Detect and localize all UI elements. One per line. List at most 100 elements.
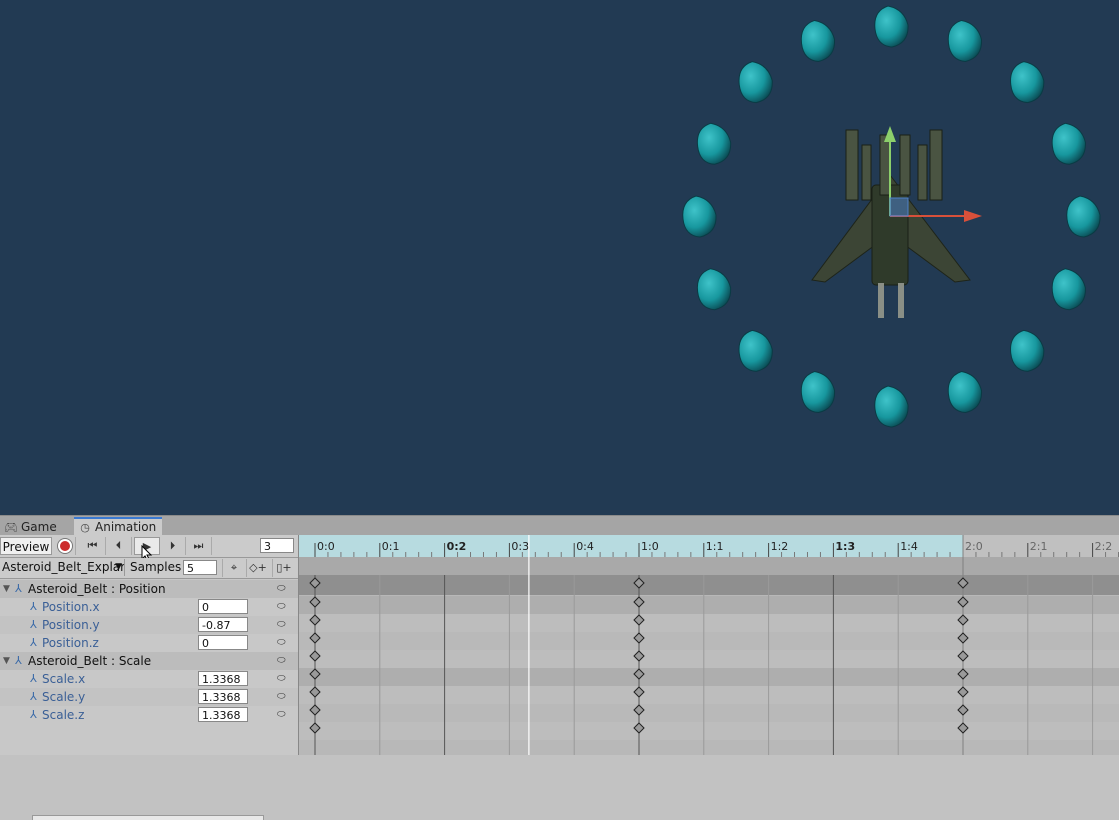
property-group[interactable]: ▼ ⅄ Asteroid_Belt : Position ⬭: [0, 580, 298, 598]
transform-icon: ⅄: [30, 636, 37, 649]
game-view[interactable]: [0, 0, 1119, 515]
property-group[interactable]: ▼ ⅄ Asteroid_Belt : Scale ⬭: [0, 652, 298, 670]
step-back-icon: ⏴: [115, 539, 122, 552]
transform-icon: ⅄: [30, 690, 37, 703]
dopesheet-row[interactable]: [299, 650, 1119, 668]
transform-icon: ⅄: [15, 654, 22, 667]
dopesheet-row[interactable]: [299, 614, 1119, 632]
frame-field[interactable]: 3: [260, 538, 294, 553]
summary-lane[interactable]: [299, 575, 1119, 595]
asteroid[interactable]: [738, 329, 773, 372]
property-name: Scale.y: [42, 690, 86, 704]
property-options-icon[interactable]: ⬭: [277, 580, 286, 598]
property-row[interactable]: ⅄ Position.y -0.87 ⬭: [0, 616, 298, 634]
asteroid[interactable]: [696, 122, 732, 165]
event-lane[interactable]: [299, 557, 1119, 575]
asteroid[interactable]: [947, 19, 982, 62]
asteroid[interactable]: [947, 371, 982, 414]
dropdown-arrow-icon: ▼: [115, 562, 122, 572]
property-value-field[interactable]: 1.3368: [198, 707, 248, 722]
asteroid[interactable]: [1010, 61, 1045, 104]
asteroid[interactable]: [874, 385, 909, 428]
property-value-field[interactable]: -0.87: [198, 617, 248, 632]
animation-toolbar: Preview ⏮ ⏴ ▶ ⏵ ⏭ 3: [0, 535, 298, 563]
property-value-field[interactable]: 1.3368: [198, 689, 248, 704]
dopesheet-row[interactable]: [299, 686, 1119, 704]
asteroid[interactable]: [800, 19, 836, 62]
dopesheet-row[interactable]: [299, 722, 1119, 740]
add-event-button[interactable]: ▯+: [272, 559, 295, 577]
tab-bar: 🎮︎ Game ◷ Animation: [0, 515, 1119, 536]
gizmo-plane-handle[interactable]: [889, 197, 909, 217]
property-name: Asteroid_Belt : Scale: [28, 654, 152, 668]
ruler-tick-label: 1:0: [641, 540, 659, 553]
ruler-tick-label: 2:2: [1095, 540, 1113, 553]
samples-field[interactable]: 5: [183, 560, 217, 575]
asteroid[interactable]: [1010, 329, 1045, 372]
dopesheet-row[interactable]: [299, 596, 1119, 614]
key-mode-button[interactable]: ⌖: [222, 559, 245, 577]
property-row[interactable]: ⅄ Scale.x 1.3368 ⬭: [0, 670, 298, 688]
property-scrollbar[interactable]: [32, 815, 264, 820]
ruler-tick-label: 0:3: [511, 540, 529, 553]
expand-triangle-icon[interactable]: ▼: [3, 652, 10, 670]
property-options-icon[interactable]: ⬭: [277, 616, 286, 634]
dopesheet-row[interactable]: [299, 632, 1119, 650]
property-options-icon[interactable]: ⬭: [277, 634, 286, 652]
property-row[interactable]: ⅄ Scale.z 1.3368 ⬭: [0, 706, 298, 724]
last-keyframe-button[interactable]: ⏭: [186, 537, 212, 555]
ruler-tick-label: 1:2: [771, 540, 789, 553]
crosshair-icon: ⌖: [230, 561, 238, 574]
clip-dropdown[interactable]: Asteroid_Belt_Explar ▼: [0, 559, 125, 576]
transform-icon: ⅄: [30, 708, 37, 721]
ship-engine: [878, 283, 884, 318]
scene-canvas[interactable]: [0, 0, 1119, 515]
property-row[interactable]: ⅄ Scale.y 1.3368 ⬭: [0, 688, 298, 706]
expand-triangle-icon[interactable]: ▼: [3, 580, 10, 598]
asteroid[interactable]: [1051, 122, 1086, 165]
asteroid[interactable]: [874, 5, 909, 48]
animation-panel: 🎮︎ Game ◷ Animation Preview ⏮ ⏴ ▶ ⏵ ⏭ 3 As…: [0, 515, 1119, 820]
asteroid[interactable]: [696, 268, 732, 311]
preview-button[interactable]: Preview: [0, 537, 52, 555]
property-name: Asteroid_Belt : Position: [28, 582, 166, 596]
clip-name: Asteroid_Belt_Explar: [2, 560, 125, 574]
ruler-tick-label: 1:1: [706, 540, 724, 553]
record-button[interactable]: [54, 537, 76, 555]
property-options-icon[interactable]: ⬭: [277, 706, 286, 724]
ruler-tick-label: 2:0: [965, 540, 983, 553]
property-value-field[interactable]: 0: [198, 599, 248, 614]
dopesheet-row[interactable]: [299, 704, 1119, 722]
property-value-field[interactable]: 1.3368: [198, 671, 248, 686]
dopesheet[interactable]: 0:0 0:1 0:2 0:3 0:4 1:0 1:1 1:2 1:3 1:4 2:0 2:1 2:2: [298, 535, 1119, 755]
property-row[interactable]: ⅄ Position.z 0 ⬭: [0, 634, 298, 652]
tab-animation[interactable]: ◷ Animation: [74, 517, 163, 536]
ship-cannon: [845, 129, 859, 201]
skip-end-icon: ⏭: [193, 539, 204, 552]
property-options-icon[interactable]: ⬭: [277, 598, 286, 616]
property-options-icon[interactable]: ⬭: [277, 670, 286, 688]
add-keyframe-button[interactable]: ◇+: [246, 559, 269, 577]
asteroid[interactable]: [1051, 268, 1086, 311]
asteroid[interactable]: [738, 61, 773, 104]
gizmo-y-arrow-icon[interactable]: [884, 126, 896, 142]
ruler-tick-label: 0:4: [576, 540, 594, 553]
tab-game[interactable]: 🎮︎ Game: [0, 518, 63, 536]
property-row[interactable]: ⅄ Position.x 0 ⬭: [0, 598, 298, 616]
ruler-tick-label: 0:0: [317, 540, 335, 553]
property-value-field[interactable]: 0: [198, 635, 248, 650]
property-name: Scale.z: [42, 708, 85, 722]
dopesheet-row[interactable]: [299, 668, 1119, 686]
next-keyframe-button[interactable]: ⏵: [160, 537, 186, 555]
asteroid[interactable]: [682, 195, 717, 238]
asteroid[interactable]: [1066, 195, 1101, 238]
first-keyframe-button[interactable]: ⏮: [80, 537, 106, 555]
asteroid[interactable]: [800, 371, 836, 414]
ship-engine: [898, 283, 904, 318]
property-options-icon[interactable]: ⬭: [277, 652, 286, 670]
ruler-tick-label: 1:3: [835, 540, 855, 553]
dopesheet-canvas[interactable]: 0:0 0:1 0:2 0:3 0:4 1:0 1:1 1:2 1:3 1:4 2:0 2:1 2:2: [299, 535, 1119, 755]
gizmo-x-arrow-icon[interactable]: [964, 210, 982, 222]
prev-keyframe-button[interactable]: ⏴: [106, 537, 132, 555]
property-options-icon[interactable]: ⬭: [277, 688, 286, 706]
